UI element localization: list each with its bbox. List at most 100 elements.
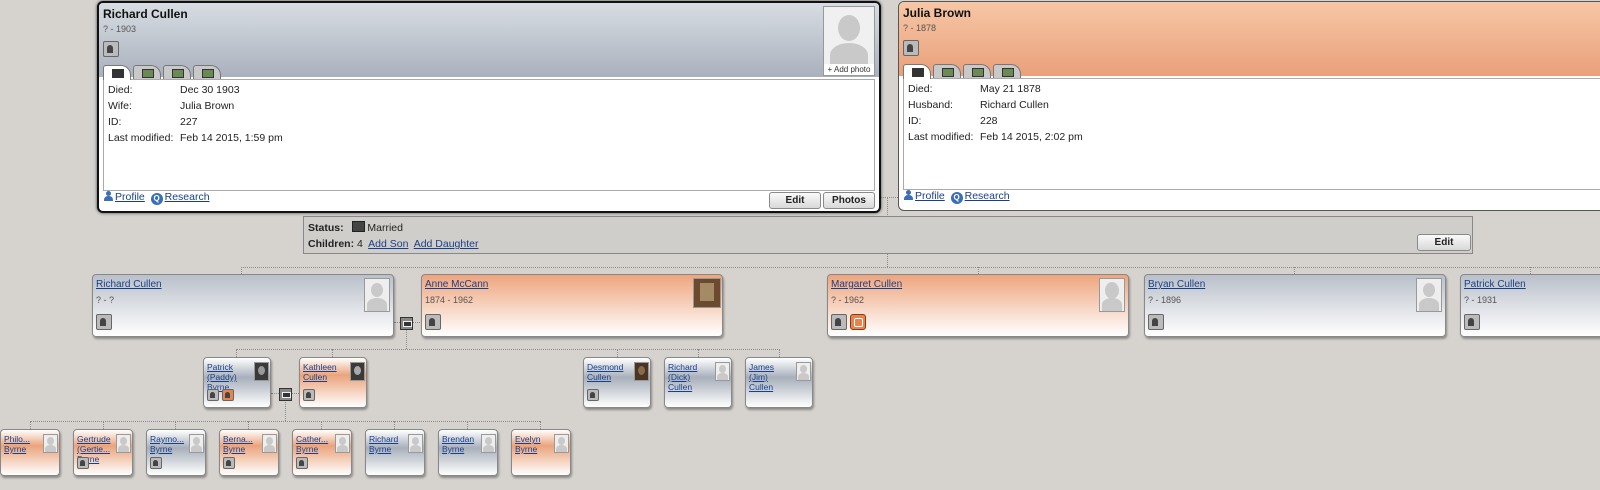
grandchild-card[interactable]: Kathleen Cullen [299,357,367,408]
child-name[interactable]: Patrick Cullen [1464,279,1526,290]
gravestone-icon[interactable] [903,40,919,59]
great-grandchild-card[interactable]: Philo... Byrne [0,429,60,476]
grandchild-name[interactable]: Desmond Cullen [587,362,630,382]
gravestone-icon[interactable] [587,389,599,404]
great-grandchild-card[interactable]: Gertrude (Gertie... Byrne [73,429,133,476]
avatar-female-icon [43,434,58,453]
details-icon [142,69,154,78]
add-daughter-link[interactable]: Add Daughter [414,238,479,250]
great-grandchild-card[interactable]: Brendan Byrne [438,429,498,476]
profile-icon [103,191,113,201]
grandchild-card[interactable]: Desmond Cullen [583,357,651,408]
gravestone-icon[interactable] [303,389,315,404]
gravestone-icon[interactable] [150,457,162,472]
id-value: 228 [980,115,998,127]
book-icon[interactable] [850,314,867,330]
gravestone-icon[interactable] [831,314,867,333]
great-grandchild-name[interactable]: Cather... Byrne [296,434,331,454]
photos-button[interactable]: Photos [823,192,875,209]
tab-details[interactable] [133,65,161,79]
great-grandchild-name[interactable]: Raymo... Byrne [150,434,185,454]
great-grandchild-card[interactable]: Richard Byrne [365,429,425,476]
grandchild-card[interactable]: Richard (Dick) Cullen [664,357,732,408]
avatar-female-icon [116,434,131,453]
field-label: ID: [108,116,122,128]
grandchild-card[interactable]: James (Jim) Cullen [745,357,813,408]
great-grandchild-card[interactable]: Cather... Byrne [292,429,352,476]
research-link[interactable]: Research [965,190,1010,202]
avatar-female-icon [554,434,569,453]
child-name[interactable]: Richard Cullen [96,279,162,290]
grandchild-name[interactable]: Patrick (Paddy) Byrne [207,362,250,392]
father-panel[interactable]: Richard Cullen ? - 1903 Died: Dec 30 1903… [97,1,881,213]
children-label: Children: [308,238,355,250]
great-grandchild-name[interactable]: Berna... Byrne [223,434,258,454]
tab-details[interactable] [933,64,961,78]
portrait-photo [254,362,269,381]
profile-link[interactable]: Profile [115,191,145,203]
gravestone-icon[interactable] [223,457,235,472]
husband-value: Richard Cullen [980,99,1049,111]
field-label: ID: [908,115,922,127]
child-card-patrick-cullen[interactable]: Patrick Cullen ? - 1931 [1460,274,1600,337]
great-grandchild-card[interactable]: Berna... Byrne [219,429,279,476]
great-grandchild-card[interactable]: Raymo... Byrne [146,429,206,476]
great-grandchild-name[interactable]: Philo... Byrne [4,434,39,454]
grandchild-card[interactable]: Patrick (Paddy) Byrne [203,357,271,408]
card-icon [112,69,124,78]
grandchild-name[interactable]: Richard (Dick) Cullen [668,362,711,392]
research-link[interactable]: Research [165,191,210,203]
book-icon [222,389,235,401]
gravestone-icon[interactable] [103,41,119,60]
card-icon [912,68,924,77]
marriage-icon[interactable] [400,317,413,330]
family-edit-button[interactable]: Edit [1417,234,1471,251]
child-name[interactable]: Anne McCann [425,279,488,290]
add-photo-link[interactable]: + Add photo [824,64,874,75]
wife-value: Julia Brown [180,100,235,112]
child-card-anne-mccann[interactable]: Anne McCann 1874 - 1962 [421,274,723,337]
child-card-bryan-cullen[interactable]: Bryan Cullen ? - 1896 [1144,274,1446,337]
field-label: Last modified: [108,132,174,144]
gravestone-icon[interactable] [77,457,89,472]
avatar-male-icon [364,278,390,312]
gravestone-icon[interactable] [207,389,235,404]
grandchild-name[interactable]: Kathleen Cullen [303,362,346,382]
gravestone-icon[interactable] [296,457,308,472]
notes-icon [1002,68,1014,77]
tab-media[interactable] [163,65,191,79]
portrait-photo [693,278,721,308]
edit-button[interactable]: Edit [769,192,821,209]
add-son-link[interactable]: Add Son [368,238,408,250]
tab-summary[interactable] [903,64,931,79]
gravestone-icon[interactable] [1464,314,1480,333]
family-panel: Status: Married Children: 4 Add Son Add … [303,216,1473,254]
child-dates: ? - 1896 [1148,295,1182,305]
tab-summary[interactable] [103,65,131,80]
tab-notes[interactable] [993,64,1021,78]
gravestone-icon[interactable] [96,314,112,333]
grandchild-name[interactable]: James (Jim) Cullen [749,362,792,392]
child-card-richard-cullen[interactable]: Richard Cullen ? - ? [92,274,394,337]
father-dates: ? - 1903 [103,24,137,34]
id-value: 227 [180,116,198,128]
status-label: Status: [308,222,344,234]
child-card-margaret-cullen[interactable]: Margaret Cullen ? - 1962 [827,274,1129,337]
great-grandchild-name[interactable]: Brendan Byrne [442,434,477,454]
tab-media[interactable] [963,64,991,78]
mother-panel[interactable]: Julia Brown ? - 1878 Died: May 21 1878 Hu… [898,1,1600,211]
profile-link[interactable]: Profile [915,190,945,202]
add-photo-placeholder[interactable]: + Add photo [823,6,875,76]
gravestone-icon[interactable] [1148,314,1164,333]
marriage-icon[interactable] [279,388,292,401]
great-grandchild-card[interactable]: Evelyn Byrne [511,429,571,476]
tab-notes[interactable] [193,65,221,79]
avatar-male-icon [715,362,730,381]
field-label: Died: [108,84,133,96]
great-grandchild-name[interactable]: Richard Byrne [369,434,404,454]
child-name[interactable]: Margaret Cullen [831,279,902,290]
great-grandchild-name[interactable]: Evelyn Byrne [515,434,550,454]
field-label: Husband: [908,99,953,111]
child-name[interactable]: Bryan Cullen [1148,279,1205,290]
gravestone-icon[interactable] [425,314,441,333]
